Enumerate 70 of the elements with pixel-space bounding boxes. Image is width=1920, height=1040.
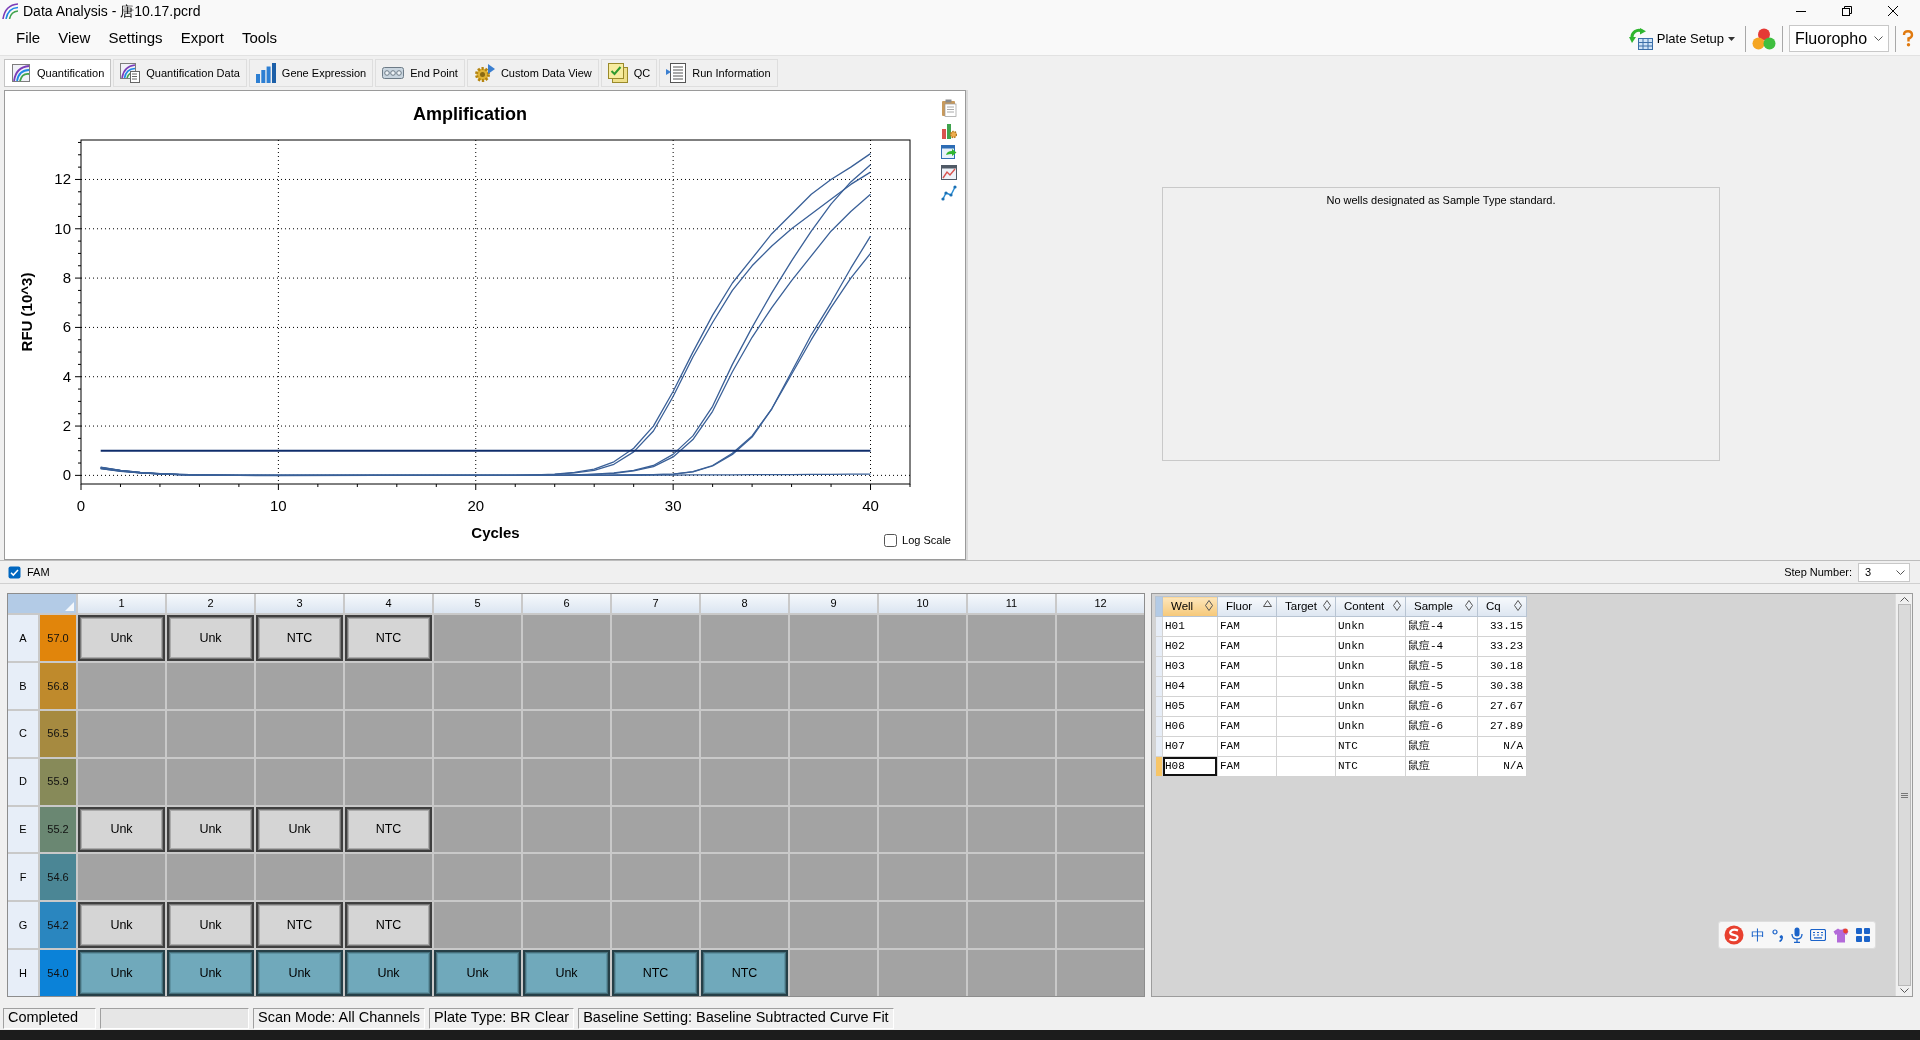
table-cell: N/A <box>1477 756 1527 777</box>
temperature-cell: 56.5 <box>40 710 76 757</box>
y-tick-label: 2 <box>62 417 71 435</box>
table-cell: FAM <box>1217 616 1277 637</box>
window-title: Data Analysis - 唐10.17.pcrd <box>23 1 201 21</box>
table-cell: H06 <box>1162 716 1218 737</box>
table-cell: Unkn <box>1335 636 1406 657</box>
y-axis-label: RFU (10^3) <box>17 272 35 352</box>
temperature-cell: 55.9 <box>40 758 76 805</box>
y-tick-label: 8 <box>62 269 71 287</box>
y-tick-label: 4 <box>62 367 71 385</box>
table-cell: FAM <box>1217 756 1277 777</box>
y-tick-label: 10 <box>54 219 71 237</box>
table-cell: 30.18 <box>1477 656 1527 677</box>
temperature-cell: 54.6 <box>40 854 76 901</box>
table-cell: H03 <box>1162 656 1218 677</box>
table-cell: NTC <box>1335 736 1406 757</box>
table-cell: FAM <box>1217 636 1277 657</box>
table-cell: 鼠痘-5 <box>1405 656 1478 677</box>
temperature-cell: 55.2 <box>40 806 76 853</box>
table-cell: Unkn <box>1335 676 1406 697</box>
temperature-cell: 56.8 <box>40 662 76 709</box>
temperature-cell: 54.0 <box>40 950 76 996</box>
table-cell: H02 <box>1162 636 1218 657</box>
table-cell: N/A <box>1477 736 1527 757</box>
table-cell: 鼠痘-6 <box>1405 696 1478 717</box>
x-tick-label: 30 <box>664 497 682 514</box>
y-tick-label: 12 <box>54 170 71 188</box>
table-cell: H08 <box>1162 756 1218 777</box>
status-text: Plate Type: BR Clear <box>429 1007 575 1029</box>
empty-message: No wells designated as Sample Type standard. <box>1326 194 1556 206</box>
table-cell: 30.38 <box>1477 676 1527 697</box>
table-cell: 鼠痘-4 <box>1405 616 1478 637</box>
x-tick-label: 10 <box>270 497 287 514</box>
temperature-cell: 57.0 <box>40 615 76 661</box>
step-number-label: Step Number: <box>1784 564 1852 580</box>
x-axis-label: Cycles <box>471 524 520 541</box>
y-tick-label: 6 <box>62 318 71 336</box>
table-cell: H01 <box>1162 616 1218 637</box>
table-cell: H07 <box>1162 736 1218 757</box>
table-cell: 33.23 <box>1477 636 1527 657</box>
status-text: Scan Mode: All Channels <box>253 1007 425 1029</box>
table-cell: H04 <box>1162 676 1218 697</box>
table-cell: Unkn <box>1335 616 1406 637</box>
table-cell: 鼠痘-4 <box>1405 636 1478 657</box>
table-cell: FAM <box>1217 676 1277 697</box>
table-cell: FAM <box>1217 696 1277 717</box>
chart-title: Amplification <box>413 104 527 124</box>
temperature-cell: 54.2 <box>40 902 76 949</box>
x-tick-label: 20 <box>467 497 485 514</box>
table-cell: Unkn <box>1335 696 1406 717</box>
table-cell: FAM <box>1217 656 1277 677</box>
table-cell: 鼠痘-6 <box>1405 716 1478 737</box>
table-cell: FAM <box>1217 736 1277 757</box>
status-text: Completed <box>3 1007 96 1029</box>
table-cell: 27.67 <box>1477 696 1527 717</box>
table-cell: NTC <box>1335 756 1406 777</box>
table-cell: Unkn <box>1335 716 1406 737</box>
y-tick-label: 0 <box>62 466 71 484</box>
status-text: Baseline Setting: Baseline Subtracted Curve Fit <box>578 1007 894 1029</box>
table-cell: 鼠痘 <box>1405 736 1478 757</box>
table-cell: FAM <box>1217 716 1277 737</box>
table-cell: 33.15 <box>1477 616 1527 637</box>
table-cell: Unkn <box>1335 656 1406 677</box>
table-cell: H05 <box>1162 696 1218 717</box>
table-cell: 27.89 <box>1477 716 1527 737</box>
table-cell: 鼠痘 <box>1405 756 1478 777</box>
x-tick-label: 40 <box>862 497 879 514</box>
table-cell: 鼠痘-5 <box>1405 676 1478 697</box>
x-tick-label: 0 <box>76 497 86 514</box>
